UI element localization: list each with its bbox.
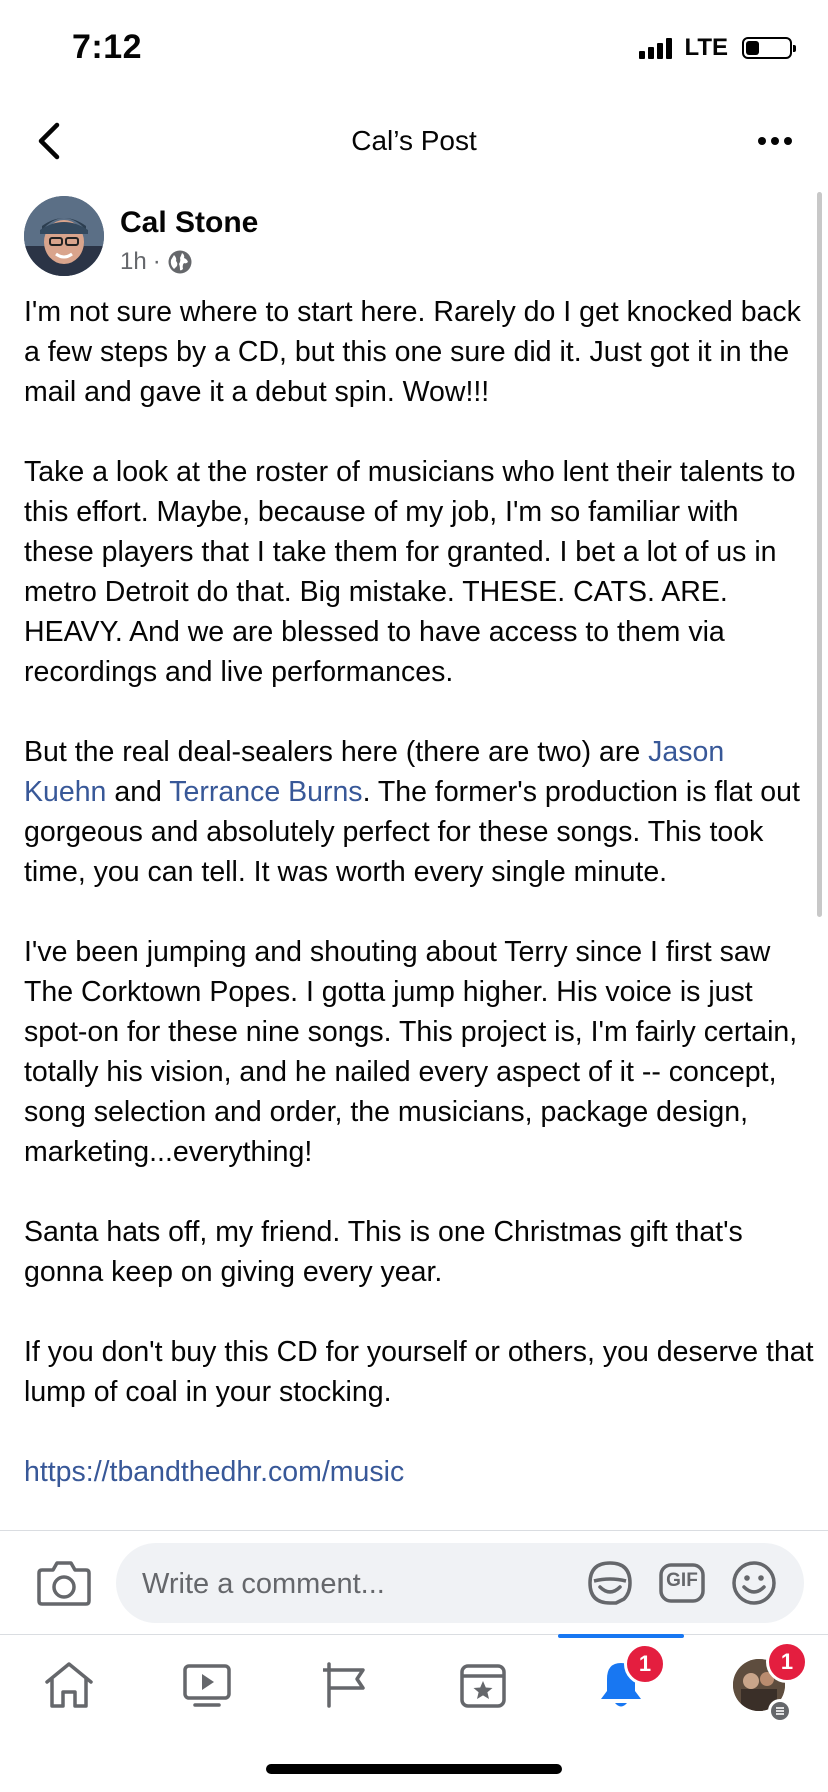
nav-watch[interactable] [138,1635,276,1735]
more-options-button[interactable] [750,120,800,162]
camera-button[interactable] [36,1558,92,1608]
nav-notifications[interactable]: 1 [552,1635,690,1735]
gif-label: GIF [666,1570,698,1591]
status-time: 7:12 [72,28,143,66]
comment-bar: GIF [0,1530,828,1635]
gif-button[interactable]: GIF [658,1559,706,1607]
post-paragraph: Santa hats off, my friend. This is one C… [24,1216,743,1288]
external-link[interactable]: https://tbandthedhr.com/music [24,1456,404,1488]
post-paragraph: If you don't buy this CD for yourself or… [24,1336,814,1408]
bottom-nav: 1 1 [0,1634,828,1735]
post-author: Cal Stone 1h · [24,196,724,280]
post-meta: 1h · [120,248,193,276]
flag-icon [323,1662,365,1708]
avatar[interactable] [24,196,104,276]
comment-box: GIF [116,1543,804,1625]
author-name[interactable]: Cal Stone [120,206,258,240]
battery-icon [742,37,796,59]
page-title: Cal’s Post [351,125,477,156]
meta-separator: · [152,248,161,275]
signal-icon [639,37,673,59]
sticker-button[interactable] [586,1559,634,1607]
sticker-icon [588,1561,632,1605]
more-icon [758,137,766,145]
nav-pages[interactable] [276,1635,414,1735]
emoji-button[interactable] [730,1559,778,1607]
nav-home[interactable] [0,1635,138,1735]
post-header: Cal’s Post [0,100,828,182]
globe-icon [168,250,192,274]
post-time[interactable]: 1h [120,248,147,276]
post-body: I'm not sure where to start here. Rarely… [24,292,814,1492]
notification-badge: 1 [624,1643,666,1685]
status-bar: 7:12 LTE [0,0,828,100]
post-paragraph: I've been jumping and shouting about Ter… [24,936,798,1168]
post-paragraph: I'm not sure where to start here. Rarely… [24,296,801,408]
camera-icon [37,1561,91,1606]
avatar-image [24,196,104,276]
battery-fill [746,41,759,55]
comment-input[interactable] [140,1543,574,1625]
emoji-icon [732,1561,776,1605]
home-indicator[interactable] [266,1764,562,1774]
nav-events[interactable] [414,1635,552,1735]
mention-link-terrance-burns[interactable]: Terrance Burns [169,776,362,808]
menu-badge: 1 [766,1641,808,1683]
status-indicators: LTE [639,34,796,62]
calendar-star-icon [460,1664,506,1708]
home-icon [45,1662,93,1708]
post-paragraph: Take a look at the roster of musicians w… [24,456,796,688]
scrollbar[interactable] [817,192,822,917]
video-icon [183,1664,231,1707]
post-url: https://tbandthedhr.com/music [24,1452,814,1492]
menu-icon [768,1699,792,1723]
network-label: LTE [684,34,728,61]
post-paragraph: But the real deal-sealers here (there ar… [24,736,800,888]
nav-menu[interactable]: 1 [690,1635,828,1735]
